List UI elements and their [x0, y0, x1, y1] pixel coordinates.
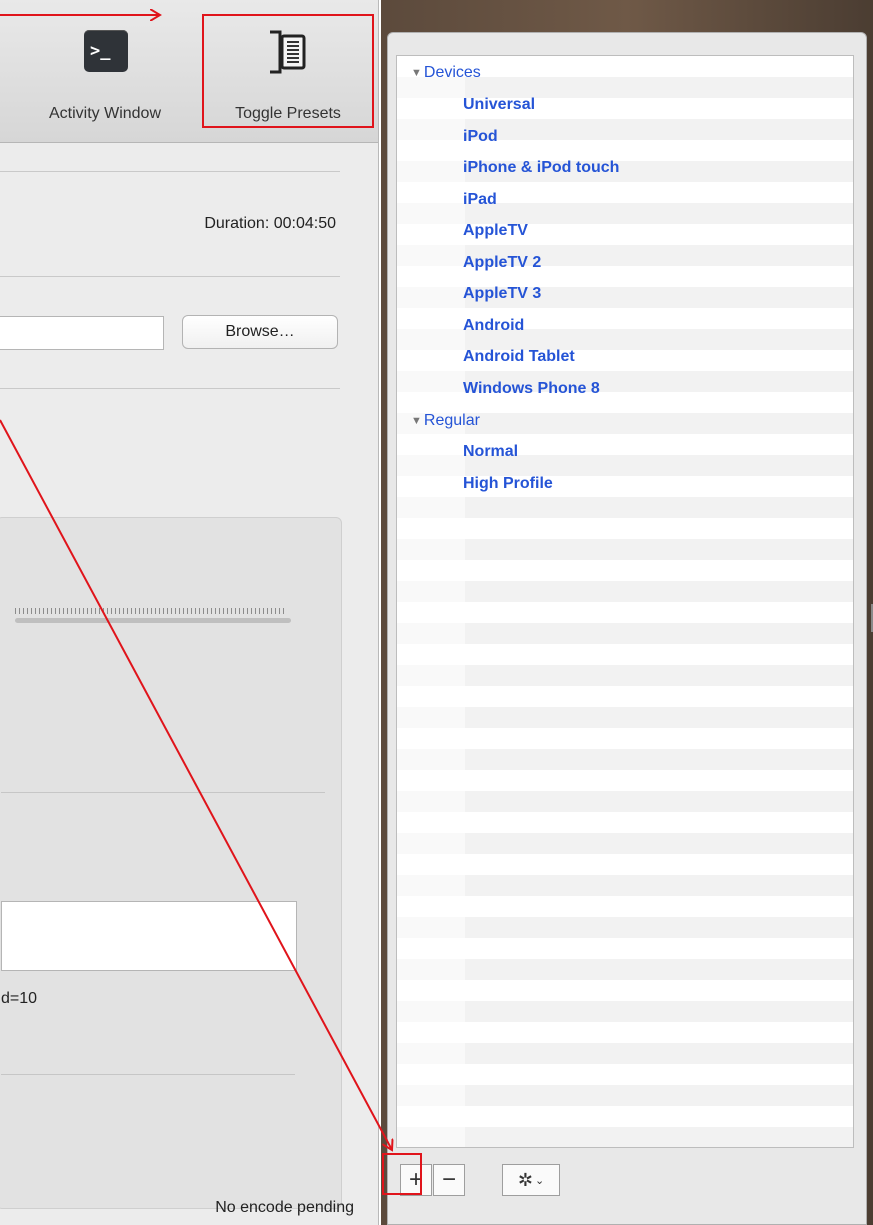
presets-panel: ▼ Devices Universal iPod iPhone & iPod to… [387, 32, 867, 1225]
preset-group-regular[interactable]: ▼ Regular [397, 410, 853, 431]
main-window: >_ Activity Window Toggle Presets Durati… [0, 0, 379, 1225]
preset-item[interactable]: AppleTV [397, 220, 853, 241]
activity-window-label: Activity Window [48, 105, 162, 122]
toggle-presets-highlight [202, 14, 374, 128]
preset-label: AppleTV 2 [463, 254, 542, 271]
quality-slider[interactable] [15, 618, 291, 623]
divider [0, 171, 340, 172]
activity-window-button[interactable]: >_ Activity Window [10, 20, 200, 138]
preset-label: High Profile [463, 475, 553, 492]
quality-slider-ticks [15, 608, 285, 614]
preset-label: iPad [463, 191, 497, 208]
preset-item[interactable]: iPod [397, 126, 853, 147]
preset-label: iPod [463, 128, 498, 145]
preset-label: AppleTV [463, 222, 528, 239]
preset-item[interactable]: Android [397, 315, 853, 336]
preset-label: Windows Phone 8 [463, 380, 600, 397]
divider [1, 1074, 295, 1075]
disclosure-triangle-icon[interactable]: ▼ [411, 67, 422, 79]
chevron-down-icon: ⌄ [534, 1175, 545, 1187]
preset-item[interactable]: Android Tablet [397, 346, 853, 367]
divider [0, 388, 340, 389]
preset-item[interactable]: AppleTV 3 [397, 283, 853, 304]
preset-item[interactable]: High Profile [397, 473, 853, 494]
preset-label: AppleTV 3 [463, 285, 542, 302]
advanced-options-string: d=10 [1, 990, 38, 1007]
browse-button[interactable]: Browse… [182, 315, 338, 349]
divider [1, 792, 325, 793]
preset-label: Android Tablet [463, 348, 575, 365]
remove-preset-button[interactable]: − [433, 1164, 465, 1196]
gear-icon: ✲ [517, 1170, 533, 1190]
preset-item[interactable]: Universal [397, 94, 853, 115]
preset-label: Android [463, 317, 525, 334]
presets-outline-view: ▼ Devices Universal iPod iPhone & iPod to… [396, 55, 854, 1148]
add-button-highlight [382, 1153, 422, 1195]
preset-item[interactable]: AppleTV 2 [397, 252, 853, 273]
preset-item[interactable]: Windows Phone 8 [397, 378, 853, 399]
terminal-icon: >_ [84, 30, 128, 72]
settings-panel: d=10 [0, 517, 342, 1209]
encode-status: No encode pending [215, 1199, 354, 1216]
preset-label: Universal [463, 96, 536, 113]
preset-group-label: Regular [423, 412, 480, 429]
preset-item[interactable]: iPad [397, 189, 853, 210]
divider [0, 276, 340, 277]
preset-group-label: Devices [423, 64, 481, 81]
preset-item-default[interactable]: Normal [397, 441, 853, 462]
disclosure-triangle-icon[interactable]: ▼ [411, 415, 422, 427]
source-duration: Duration: 00:04:50 [204, 215, 336, 232]
preset-actions-menu-button[interactable]: ✲ ⌄ [502, 1164, 560, 1196]
main-content: Duration: 00:04:50 Browse… d=10 No encod… [0, 143, 378, 1225]
preset-label: Normal [463, 443, 519, 460]
presets-drawer: ▼ Devices Universal iPod iPhone & iPod to… [381, 0, 873, 1225]
preset-label: iPhone & iPod touch [463, 159, 620, 176]
destination-file-field[interactable] [0, 316, 164, 350]
preset-group-devices[interactable]: ▼ Devices [397, 62, 853, 83]
advanced-options-field[interactable] [1, 901, 297, 971]
preset-item[interactable]: iPhone & iPod touch [397, 157, 853, 178]
